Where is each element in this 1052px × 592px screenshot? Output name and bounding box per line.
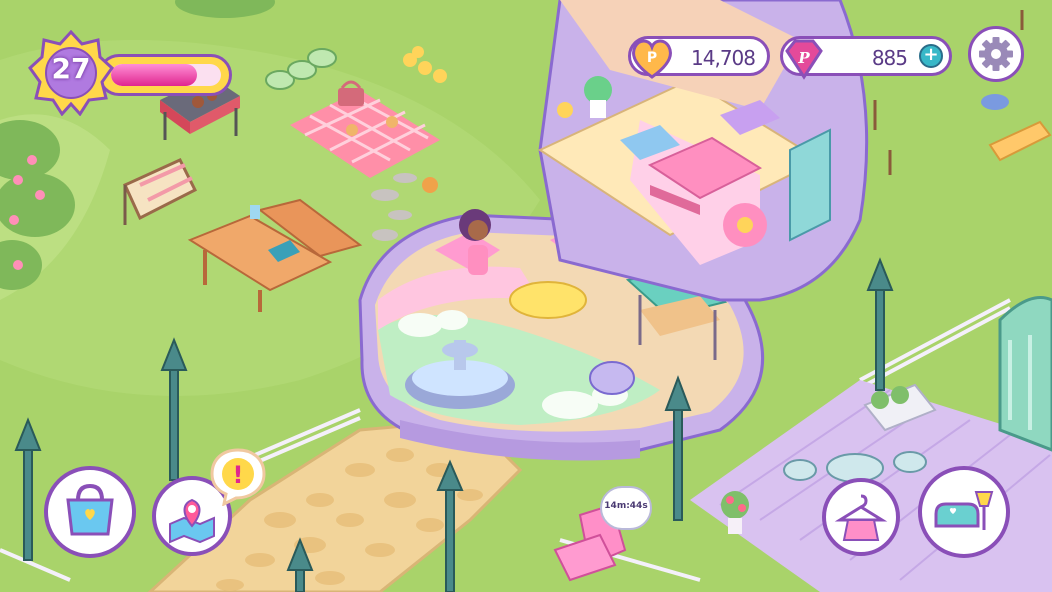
svg-text:!: !	[233, 461, 244, 489]
svg-text:P: P	[797, 49, 810, 67]
sofa-lamp-icon	[934, 491, 994, 530]
heart-coin-icon: P	[632, 39, 672, 79]
pink-gem-icon: P	[785, 39, 823, 80]
xp-bar	[98, 54, 232, 96]
clothes-hanger-icon	[834, 494, 888, 541]
exclamation-icon: !	[210, 448, 266, 507]
svg-text:P: P	[647, 50, 657, 66]
furniture-button[interactable]	[918, 466, 1010, 558]
level-badge[interactable]: 27	[28, 29, 114, 117]
add-gems-button[interactable]: +	[919, 44, 943, 68]
shopping-bag-icon	[66, 483, 114, 536]
alert-bubble[interactable]: !	[206, 446, 270, 507]
coins-value: 14,708	[691, 46, 756, 70]
settings-button[interactable]	[968, 26, 1024, 82]
xp-fill	[111, 64, 197, 86]
gazebo	[998, 296, 1052, 452]
level-number: 27	[51, 52, 91, 85]
gems-value: 885	[871, 46, 908, 70]
shop-button[interactable]	[44, 466, 136, 558]
coins-counter[interactable]: P 14,708	[628, 36, 770, 79]
build-timer[interactable]: 14m:44s	[600, 486, 652, 530]
timer-text: 14m:44s	[604, 501, 648, 511]
gear-icon	[979, 37, 1013, 71]
wardrobe-button[interactable]	[822, 478, 900, 556]
gems-counter[interactable]: P 885 +	[780, 36, 952, 80]
xp-track	[111, 64, 221, 86]
